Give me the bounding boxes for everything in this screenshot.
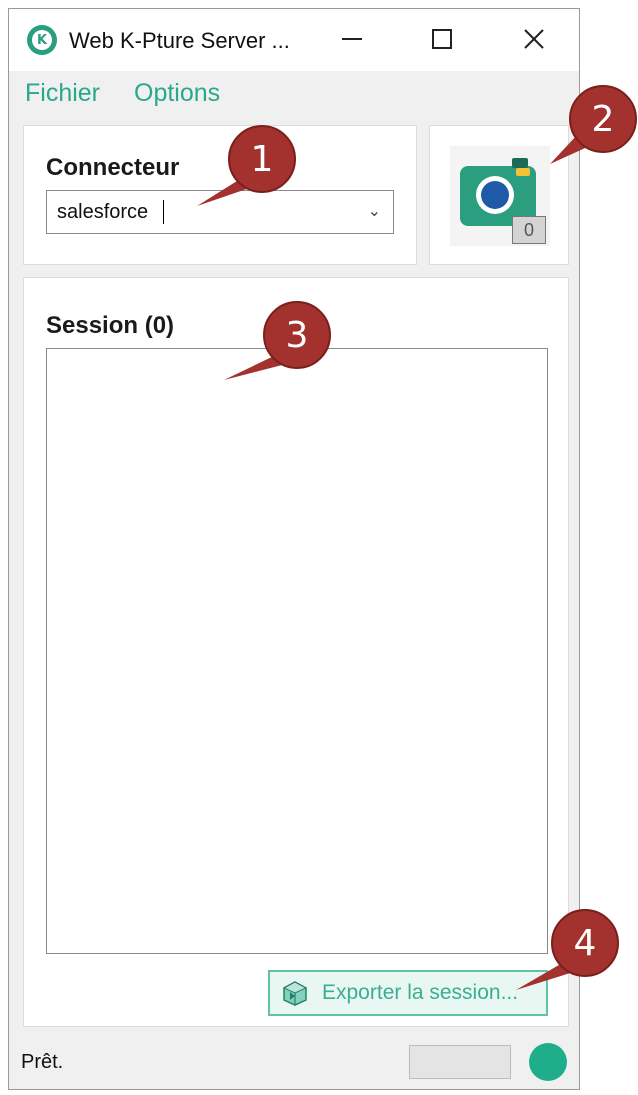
connecteur-label: Connecteur	[46, 154, 180, 181]
export-session-button[interactable]: Exporter la session...	[268, 970, 548, 1016]
export-session-label: Exporter la session...	[322, 981, 519, 1004]
status-indicator	[529, 1043, 567, 1081]
chevron-down-icon[interactable]: ⌄	[368, 201, 381, 221]
callout-1: 1	[197, 124, 297, 206]
callout-number: 3	[285, 314, 309, 356]
camera-lens	[481, 181, 509, 209]
callout-3: 3	[224, 300, 332, 380]
minimize-button[interactable]	[327, 19, 377, 59]
callout-4: 4	[516, 908, 620, 990]
title-bar[interactable]: K Web K-Pture Server ...	[9, 9, 579, 71]
callout-2: 2	[550, 84, 638, 164]
connecteur-value[interactable]: salesforce	[57, 201, 148, 224]
export-cube-icon	[282, 981, 308, 1006]
session-panel: Session (0) Exporter la session...	[23, 277, 569, 1027]
capture-count-badge: 0	[512, 216, 546, 244]
session-label: Session (0)	[46, 312, 175, 339]
session-list[interactable]	[46, 348, 548, 954]
window-title: Web K-Pture Server ...	[69, 28, 290, 53]
maximize-icon	[432, 29, 452, 49]
camera-flash-housing	[512, 158, 528, 168]
capture-button[interactable]: 0	[450, 146, 550, 246]
menu-fichier[interactable]: Fichier	[25, 79, 100, 108]
app-logo-letter: K	[32, 30, 52, 50]
menu-options[interactable]: Options	[134, 79, 220, 108]
maximize-button[interactable]	[417, 19, 467, 59]
status-bar: Prêt.	[9, 1035, 579, 1089]
minimize-icon	[342, 38, 362, 40]
capture-panel: 0	[429, 125, 569, 265]
text-cursor	[163, 200, 164, 224]
close-icon	[524, 29, 544, 49]
app-logo-icon: K	[27, 25, 57, 55]
status-text: Prêt.	[21, 1051, 64, 1073]
callout-number: 1	[250, 138, 274, 180]
camera-flash-light	[516, 168, 530, 176]
close-button[interactable]	[509, 19, 559, 59]
status-progress-bar	[409, 1045, 511, 1079]
menu-bar: Fichier Options	[9, 71, 579, 121]
callout-number: 4	[573, 922, 597, 964]
callout-number: 2	[591, 98, 615, 140]
